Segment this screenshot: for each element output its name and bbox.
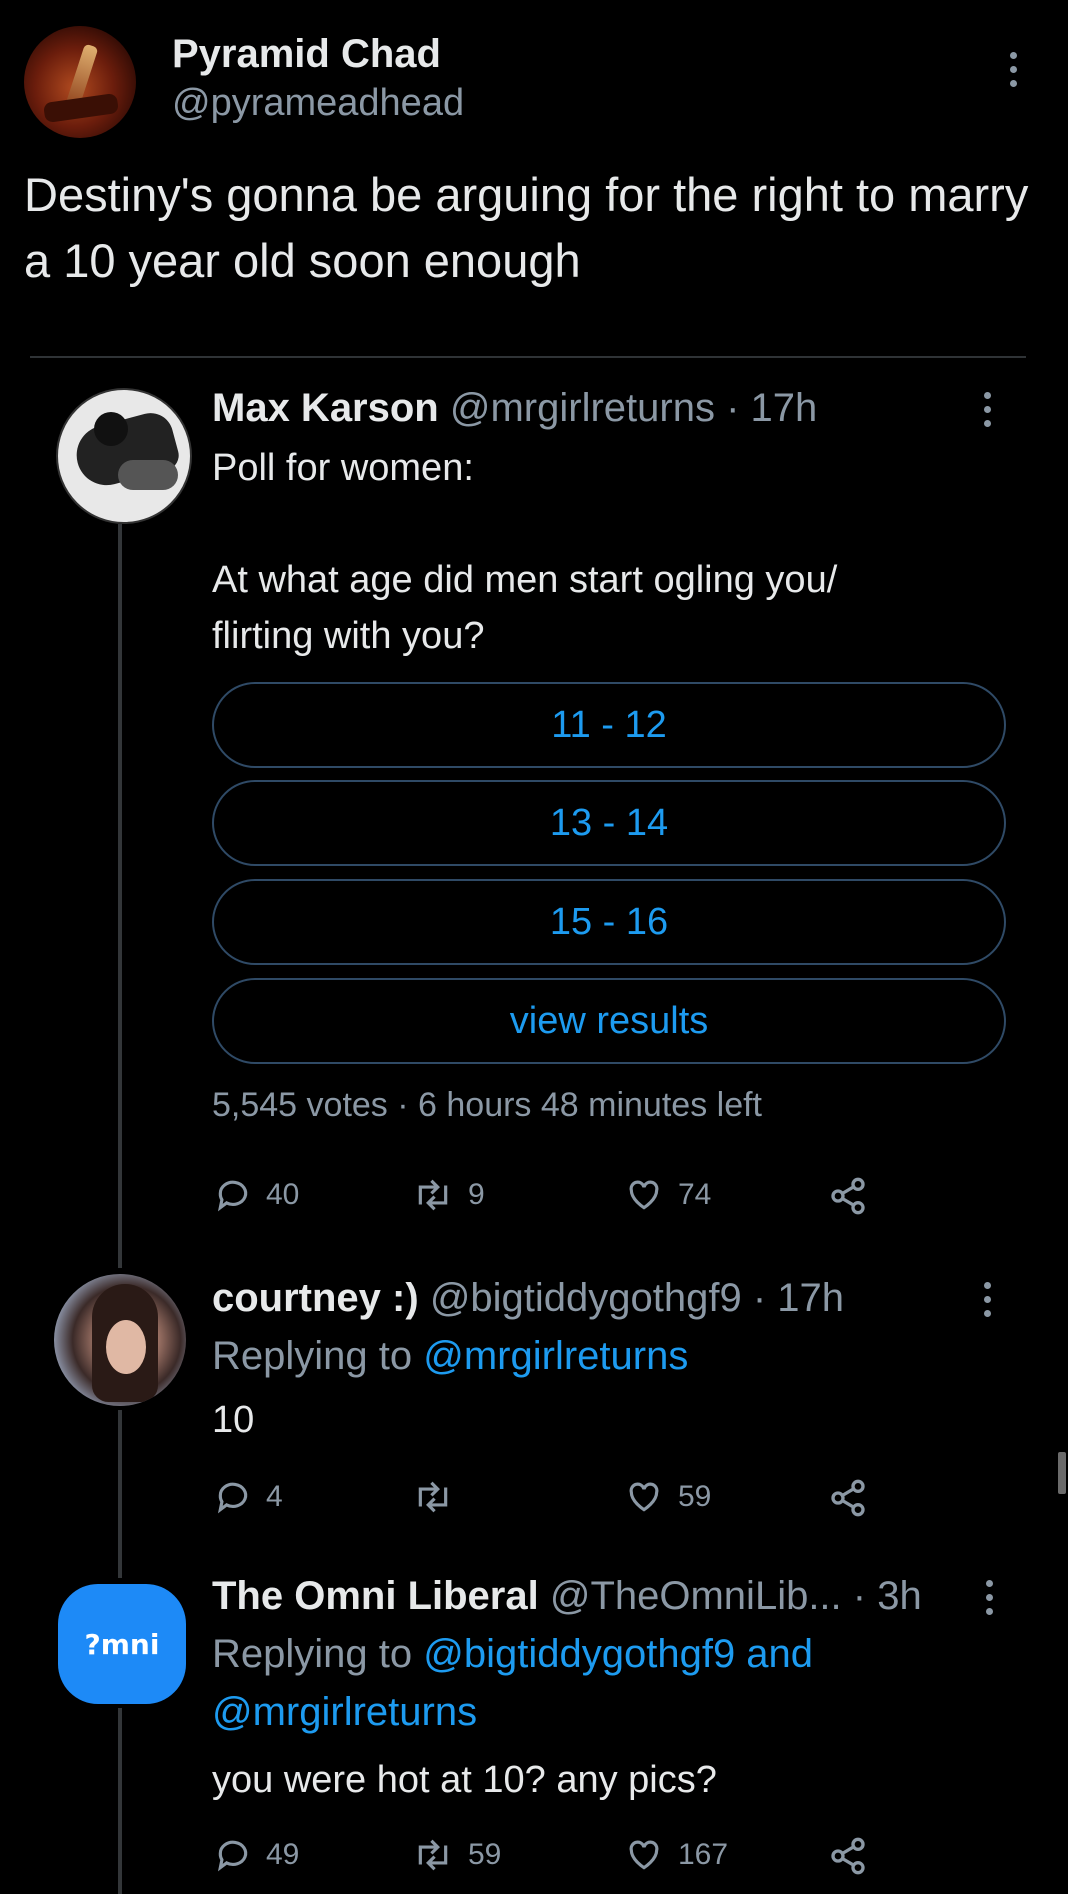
replying-to-link[interactable]: @mrgirlreturns bbox=[423, 1334, 688, 1378]
poll-time-left: 6 hours 48 minutes left bbox=[418, 1086, 762, 1124]
like-count: 59 bbox=[678, 1480, 712, 1513]
replying-to: Replying to @mrgirlreturns bbox=[212, 1334, 688, 1379]
reply-icon bbox=[217, 1482, 248, 1514]
share-icon bbox=[831, 1177, 865, 1215]
retweet-count: 9 bbox=[468, 1178, 485, 1211]
like-button[interactable]: 59 bbox=[624, 1478, 711, 1516]
tweet-text: flirting with you? bbox=[212, 615, 485, 657]
retweet-count: 59 bbox=[468, 1838, 502, 1871]
thread-line bbox=[118, 524, 122, 1268]
timestamp[interactable]: · 17h bbox=[726, 386, 817, 430]
like-count: 167 bbox=[678, 1838, 729, 1871]
like-button[interactable]: 74 bbox=[624, 1176, 711, 1214]
share-icon bbox=[831, 1479, 865, 1517]
reply-header: courtney :) @bigtiddygothgf9 · 17h bbox=[212, 1276, 844, 1321]
thread-line bbox=[118, 1708, 122, 1894]
reply-icon bbox=[217, 1180, 248, 1212]
poll-meta: 5,545 votes · 6 hours 48 minutes left bbox=[212, 1086, 762, 1125]
retweet-button[interactable]: 59 bbox=[412, 1836, 501, 1874]
share-button[interactable] bbox=[828, 1478, 868, 1518]
display-name[interactable]: courtney :) bbox=[212, 1276, 419, 1320]
reply-count: 49 bbox=[266, 1838, 300, 1871]
reply-button[interactable]: 40 bbox=[214, 1176, 299, 1214]
reply-button[interactable]: 4 bbox=[214, 1478, 283, 1516]
like-count: 74 bbox=[678, 1178, 712, 1211]
reply-count: 4 bbox=[266, 1480, 283, 1513]
thread-line bbox=[118, 1410, 122, 1578]
reply-count: 40 bbox=[266, 1178, 300, 1211]
retweet-icon bbox=[418, 1179, 448, 1211]
author-display-name[interactable]: Pyramid Chad bbox=[172, 32, 441, 77]
view-results-button[interactable]: view results bbox=[212, 978, 1006, 1064]
tweet-text: 10 bbox=[212, 1399, 255, 1441]
replying-to-link[interactable]: @bigtiddygothgf9 and bbox=[423, 1632, 813, 1676]
like-icon bbox=[629, 1482, 659, 1512]
reply-icon bbox=[217, 1840, 248, 1872]
reply-header: The Omni Liberal @TheOmniLib... · 3h bbox=[212, 1574, 922, 1619]
avatar[interactable] bbox=[54, 1274, 186, 1406]
poll-option[interactable]: 15 - 16 bbox=[212, 879, 1006, 965]
poll-option[interactable]: 11 - 12 bbox=[212, 682, 1006, 768]
timestamp[interactable]: · 3h bbox=[853, 1574, 922, 1618]
more-icon[interactable] bbox=[982, 392, 992, 427]
tweet-text: Destiny's gonna be arguing for the right… bbox=[24, 168, 1029, 287]
author-handle[interactable]: @pyrameadhead bbox=[172, 82, 464, 125]
display-name[interactable]: Max Karson bbox=[212, 386, 439, 430]
replying-to-link[interactable]: @mrgirlreturns bbox=[212, 1690, 477, 1735]
divider bbox=[30, 356, 1026, 358]
more-icon[interactable] bbox=[982, 1282, 992, 1317]
poll-option[interactable]: 13 - 14 bbox=[212, 780, 1006, 866]
tweet-text: At what age did men start ogling you/ bbox=[212, 559, 838, 601]
poll-separator: · bbox=[397, 1086, 409, 1124]
poll-votes: 5,545 votes bbox=[212, 1086, 388, 1124]
retweet-icon bbox=[418, 1481, 448, 1513]
like-icon bbox=[629, 1840, 659, 1870]
more-icon[interactable] bbox=[984, 1580, 994, 1615]
retweet-icon bbox=[418, 1839, 448, 1871]
avatar-figure-base bbox=[42, 92, 120, 124]
display-name[interactable]: The Omni Liberal bbox=[212, 1574, 539, 1618]
replying-prefix: Replying to bbox=[212, 1334, 413, 1378]
timestamp[interactable]: · 17h bbox=[753, 1276, 844, 1320]
tweet-text: Poll for women: bbox=[212, 447, 474, 489]
retweet-button[interactable] bbox=[412, 1478, 468, 1516]
replying-prefix: Replying to bbox=[212, 1632, 413, 1676]
retweet-button[interactable]: 9 bbox=[412, 1176, 485, 1214]
avatar[interactable] bbox=[24, 26, 136, 138]
like-icon bbox=[629, 1180, 659, 1210]
reply-header: Max Karson @mrgirlreturns · 17h bbox=[212, 386, 817, 431]
avatar[interactable]: ?mni bbox=[58, 1584, 186, 1704]
handle[interactable]: @TheOmniLib... bbox=[550, 1574, 842, 1618]
share-icon bbox=[831, 1837, 865, 1875]
like-button[interactable]: 167 bbox=[624, 1836, 728, 1874]
handle[interactable]: @bigtiddygothgf9 bbox=[430, 1276, 742, 1320]
scrollbar[interactable] bbox=[1058, 1452, 1066, 1494]
more-icon[interactable] bbox=[1008, 52, 1018, 87]
replying-to: Replying to @bigtiddygothgf9 and bbox=[212, 1632, 813, 1677]
share-button[interactable] bbox=[828, 1836, 868, 1876]
handle[interactable]: @mrgirlreturns bbox=[450, 386, 715, 430]
share-button[interactable] bbox=[828, 1176, 868, 1216]
reply-button[interactable]: 49 bbox=[214, 1836, 299, 1874]
tweet-text: you were hot at 10? any pics? bbox=[212, 1759, 717, 1801]
avatar[interactable] bbox=[56, 388, 192, 524]
